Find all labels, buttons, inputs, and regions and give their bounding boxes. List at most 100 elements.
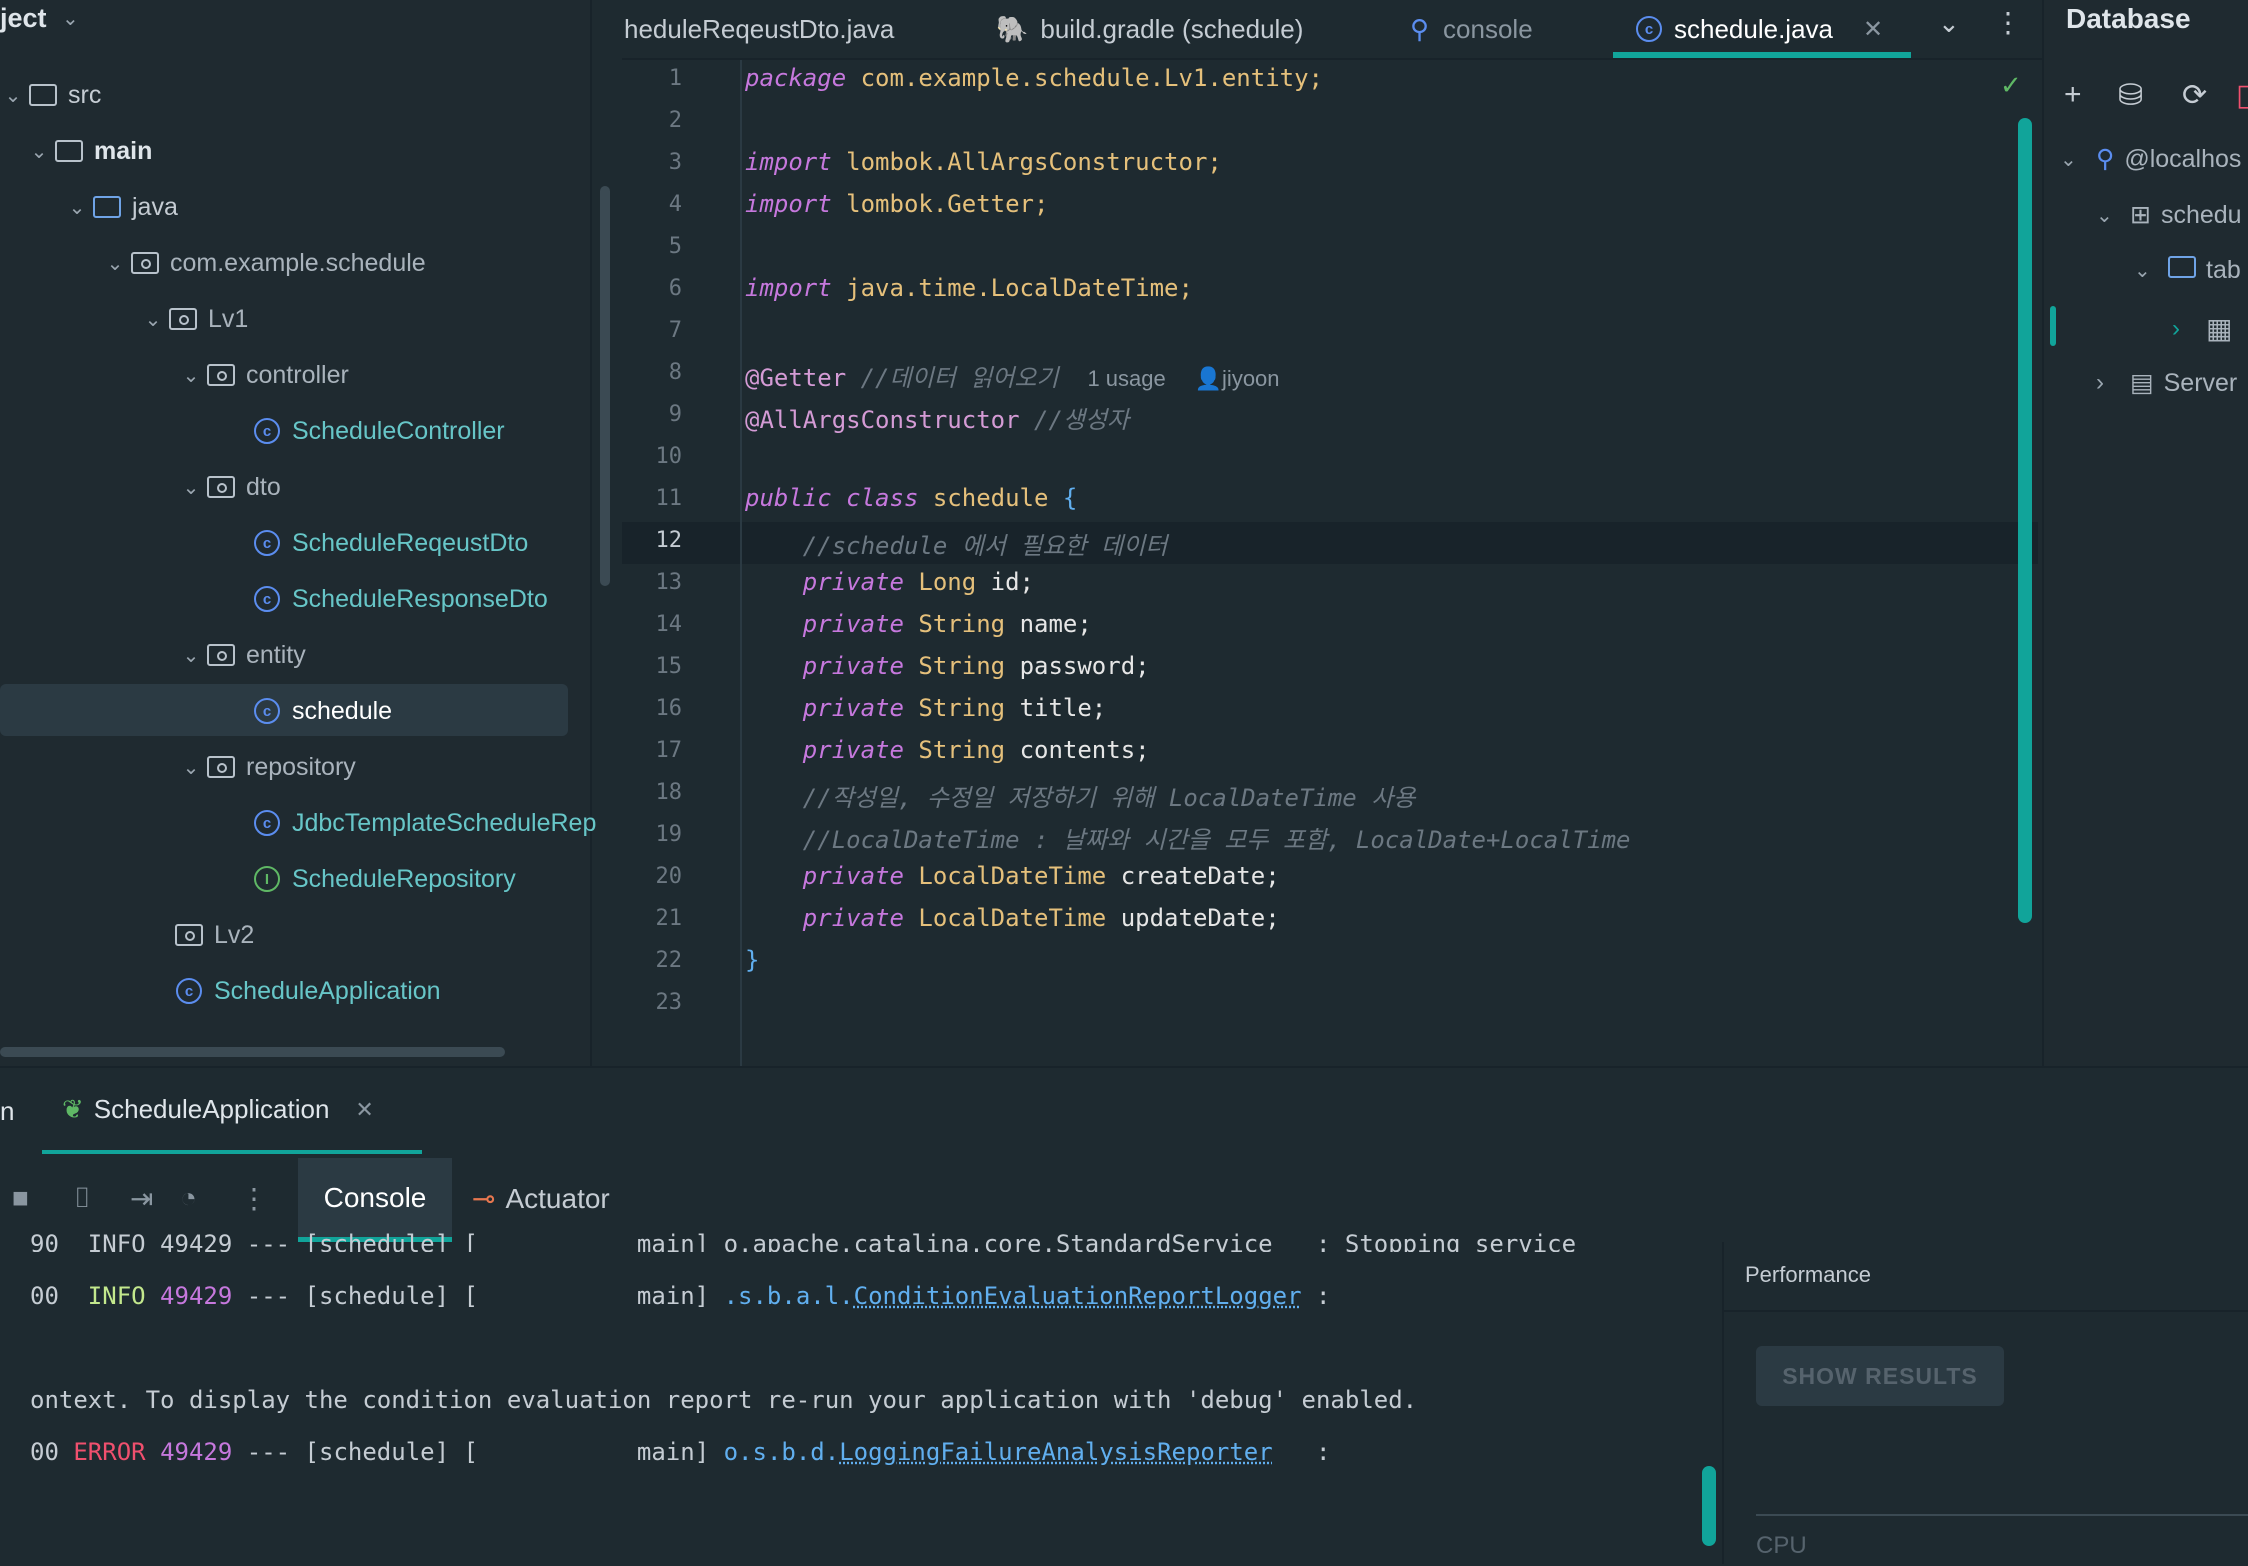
chevron-right-icon[interactable]: › bbox=[2096, 369, 2124, 397]
chevron-down-icon[interactable]: ⌄ bbox=[2134, 258, 2162, 283]
chevron-down-icon[interactable]: ⌄ bbox=[178, 475, 204, 500]
chevron-down-icon[interactable]: ⌄ bbox=[178, 363, 204, 388]
tree-item-scheduleapplication[interactable]: c ScheduleApplication bbox=[172, 963, 441, 1019]
tab-actuator[interactable]: ⊸ Actuator bbox=[472, 1182, 610, 1215]
line-number[interactable]: 13 bbox=[622, 570, 683, 595]
code-line-18[interactable]: //작성일, 수정일 저장하기 위해 LocalDateTime 사용 bbox=[745, 778, 1416, 813]
tab-build-gradle[interactable]: 🐘 build.gradle (schedule) bbox=[996, 0, 1303, 58]
chevron-down-icon[interactable]: ⌄ bbox=[2060, 147, 2088, 172]
refresh-icon[interactable]: ⟳ bbox=[2182, 78, 2207, 113]
tree-item-lv2[interactable]: Lv2 bbox=[172, 907, 254, 963]
tab-schedule-java[interactable]: c schedule.java ✕ bbox=[1636, 0, 1883, 58]
editor-scrollbar[interactable] bbox=[2018, 118, 2032, 923]
db-tree-tables[interactable]: ⌄ tab bbox=[2134, 256, 2241, 285]
line-number[interactable]: 3 bbox=[622, 150, 682, 175]
tree-item-schedule[interactable]: c schedule bbox=[250, 683, 392, 739]
line-number[interactable]: 4 bbox=[622, 192, 682, 217]
run-config-tab[interactable]: ❦ ScheduleApplication ✕ bbox=[62, 1094, 374, 1125]
tree-item-lv1[interactable]: ⌄ Lv1 bbox=[140, 291, 249, 347]
import-icon[interactable]: ⇥ bbox=[130, 1182, 153, 1215]
code-line-3[interactable]: import lombok.AllArgsConstructor; bbox=[745, 148, 1222, 176]
project-horizontal-scrollbar[interactable] bbox=[0, 1047, 505, 1057]
code-line-4[interactable]: import lombok.Getter; bbox=[745, 190, 1048, 218]
code-line-14[interactable]: private String name; bbox=[745, 610, 1092, 638]
db-tree-schema[interactable]: ⌄ ⊞ schedu bbox=[2096, 200, 2242, 230]
code-line-21[interactable]: private LocalDateTime updateDate; bbox=[745, 904, 1280, 932]
chevron-down-icon[interactable]: ⌄ bbox=[140, 307, 166, 332]
project-panel-title[interactable]: ject bbox=[0, 3, 47, 34]
tree-item-com-example-schedule[interactable]: ⌄ com.example.schedule bbox=[102, 235, 426, 291]
code-line-13[interactable]: private Long id; bbox=[745, 568, 1034, 596]
log-line[interactable]: 00 ERROR 49429 --- [schedule] [ main] o.… bbox=[30, 1438, 1330, 1466]
line-number[interactable]: 20 bbox=[622, 864, 683, 889]
tree-item-main[interactable]: ⌄ main bbox=[26, 123, 153, 179]
code-line-12[interactable]: //schedule 에서 필요한 데이터 bbox=[745, 526, 1167, 561]
chevron-down-icon[interactable]: ⌄ bbox=[178, 755, 204, 780]
tab-console[interactable]: ⚲ console bbox=[1410, 0, 1533, 58]
log-line[interactable]: 00 INFO 49429 --- [schedule] [ main] .s.… bbox=[30, 1282, 1330, 1310]
tree-item-dto[interactable]: ⌄ dto bbox=[178, 459, 281, 515]
chevron-down-icon[interactable]: ⌄ bbox=[102, 251, 128, 276]
data-source-icon[interactable]: ⛁ bbox=[2118, 78, 2143, 113]
tree-item-schedulerepository[interactable]: I ScheduleRepository bbox=[250, 851, 516, 907]
log-line[interactable]: 90 INFO 49429 --- [schedule] [ main] o.a… bbox=[30, 1230, 1576, 1252]
line-number[interactable]: 16 bbox=[622, 696, 683, 721]
project-vertical-scrollbar[interactable] bbox=[600, 186, 610, 586]
code-line-11[interactable]: public class schedule { bbox=[745, 484, 1077, 512]
code-line-20[interactable]: private LocalDateTime createDate; bbox=[745, 862, 1280, 890]
tree-item-java[interactable]: ⌄ java bbox=[64, 179, 178, 235]
show-results-button[interactable]: SHOW RESULTS bbox=[1756, 1346, 2004, 1406]
close-icon[interactable]: ✕ bbox=[1863, 15, 1883, 44]
code-line-16[interactable]: private String title; bbox=[745, 694, 1106, 722]
camera-icon[interactable]: ⌷ bbox=[74, 1182, 91, 1215]
chevron-down-icon[interactable]: ⌄ bbox=[62, 6, 79, 31]
code-line-1[interactable]: package com.example.schedule.Lv1.entity; bbox=[745, 64, 1323, 92]
add-icon[interactable]: + bbox=[2064, 78, 2082, 112]
usage-hint[interactable]: 1 usage bbox=[1087, 366, 1165, 391]
line-number[interactable]: 18 bbox=[622, 780, 683, 805]
code-line-8[interactable]: @Getter //데이터 읽어오기 1 usage 👤jiyoon bbox=[745, 358, 1280, 393]
line-number[interactable]: 19 bbox=[622, 822, 683, 847]
line-number[interactable]: 17 bbox=[622, 738, 683, 763]
line-number[interactable]: 9 bbox=[622, 402, 682, 427]
stop-icon[interactable]: ▯ bbox=[2236, 78, 2248, 113]
line-number[interactable]: 14 bbox=[622, 612, 683, 637]
line-number[interactable]: 21 bbox=[622, 906, 683, 931]
code-line-9[interactable]: @AllArgsConstructor //생성자 bbox=[745, 400, 1129, 435]
db-tree-localhost[interactable]: ⌄ ⚲ @localhos bbox=[2060, 144, 2241, 174]
line-number[interactable]: 7 bbox=[622, 318, 682, 343]
line-number[interactable]: 10 bbox=[622, 444, 683, 469]
line-number[interactable]: 11 bbox=[622, 486, 683, 511]
code-line-22[interactable]: } bbox=[745, 946, 759, 974]
stop-icon[interactable]: ■ bbox=[12, 1182, 29, 1214]
code-line-15[interactable]: private String password; bbox=[745, 652, 1150, 680]
chevron-down-icon[interactable]: ⌄ bbox=[2096, 203, 2124, 228]
tree-item-scheduleresponsedto[interactable]: c ScheduleResponseDto bbox=[250, 571, 548, 627]
line-number[interactable]: 5 bbox=[622, 234, 682, 259]
chevron-down-icon[interactable]: ⌄ bbox=[178, 643, 204, 668]
more-options-icon[interactable]: ⋮ bbox=[240, 1182, 268, 1215]
line-number[interactable]: 6 bbox=[622, 276, 682, 301]
code-line-17[interactable]: private String contents; bbox=[745, 736, 1150, 764]
more-options-icon[interactable]: ⋮ bbox=[1994, 6, 2022, 39]
line-number[interactable]: 1 bbox=[622, 66, 682, 91]
dashboard-icon[interactable]: ◔ bbox=[180, 1182, 197, 1214]
tree-item-jdbctemplateschedulerepository[interactable]: c JdbcTemplateScheduleRep bbox=[250, 795, 596, 851]
console-scrollbar[interactable] bbox=[1702, 1466, 1716, 1546]
line-number[interactable]: 12 bbox=[622, 528, 683, 553]
tree-item-schedulereqeustdto[interactable]: c ScheduleReqeustDto bbox=[250, 515, 528, 571]
chevron-down-icon[interactable]: ⌄ bbox=[1938, 8, 1960, 39]
code-line-6[interactable]: import java.time.LocalDateTime; bbox=[745, 274, 1193, 302]
db-tree-table-item[interactable]: › ▦ bbox=[2172, 312, 2232, 345]
line-number[interactable]: 8 bbox=[622, 360, 682, 385]
tree-item-controller[interactable]: ⌄ controller bbox=[178, 347, 349, 403]
line-number[interactable]: 2 bbox=[622, 108, 682, 133]
chevron-down-icon[interactable]: ⌄ bbox=[0, 83, 26, 108]
chevron-down-icon[interactable]: ⌄ bbox=[26, 139, 52, 164]
chevron-down-icon[interactable]: ⌄ bbox=[64, 195, 90, 220]
chevron-right-icon[interactable]: › bbox=[2172, 315, 2200, 343]
db-tree-server-objects[interactable]: › ▤ Server bbox=[2096, 368, 2237, 398]
tree-item-entity[interactable]: ⌄ entity bbox=[178, 627, 306, 683]
line-number[interactable]: 15 bbox=[622, 654, 683, 679]
code-line-19[interactable]: //LocalDateTime : 날짜와 시간을 모두 포함, LocalDa… bbox=[745, 820, 1631, 855]
